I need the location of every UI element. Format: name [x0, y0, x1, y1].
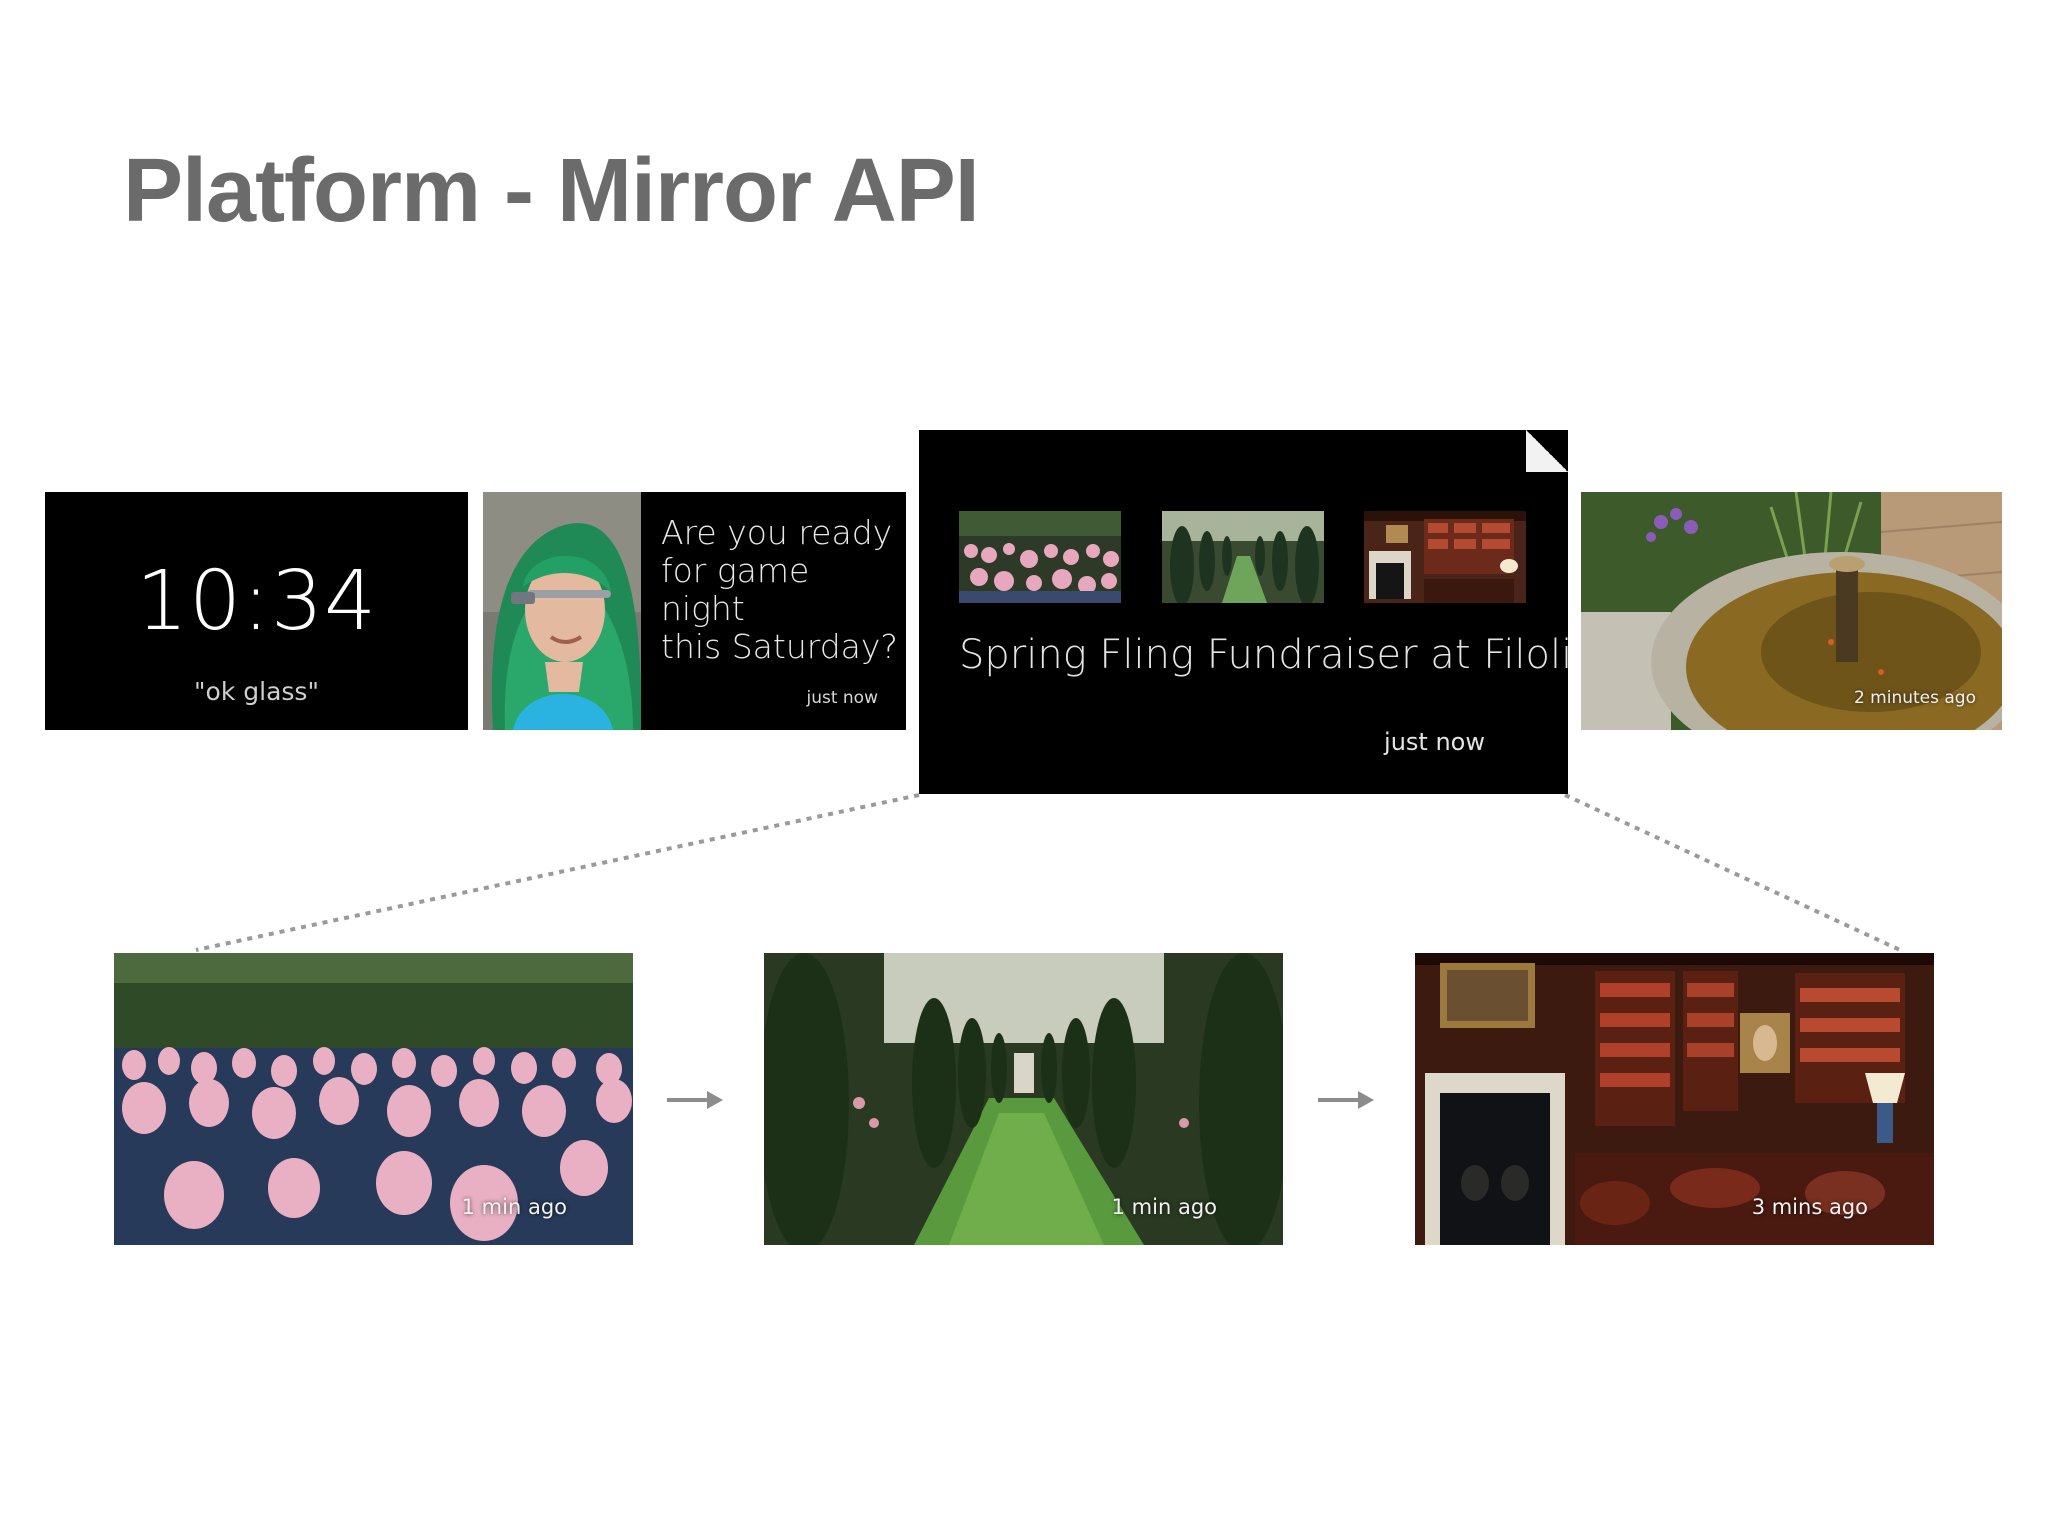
- photo-card[interactable]: 2 minutes ago: [1581, 492, 2002, 730]
- bundle-thumbnail-library[interactable]: [1364, 511, 1526, 603]
- message-line: Are you ready: [661, 513, 893, 552]
- bundle-thumbnail-garden[interactable]: [1162, 511, 1324, 603]
- clock-time: 10:34: [135, 554, 378, 649]
- message-text: Are you ready for game night this Saturd…: [661, 514, 901, 666]
- expanded-timestamp: 1 min ago: [1111, 1195, 1217, 1219]
- contact-avatar: [483, 492, 641, 730]
- bundle-title: Spring Fling Fundraiser at Filoli: [959, 632, 1568, 678]
- expanded-timestamp: 3 mins ago: [1751, 1195, 1868, 1219]
- voice-hint: "ok glass": [194, 677, 319, 706]
- slide: Platform - Mirror API 10:34 "ok glass" A…: [0, 0, 2048, 1536]
- bundle-thumbnail-tulips[interactable]: [959, 511, 1121, 603]
- expanded-card-garden[interactable]: 1 min ago: [764, 953, 1283, 1245]
- message-card[interactable]: Are you ready for game night this Saturd…: [483, 492, 906, 730]
- expanded-timestamp: 1 min ago: [461, 1195, 567, 1219]
- arrow-right-icon: [1318, 1091, 1374, 1109]
- expanded-card-library[interactable]: 3 mins ago: [1415, 953, 1934, 1245]
- bundle-card[interactable]: Spring Fling Fundraiser at Filoli just n…: [919, 430, 1568, 794]
- message-line: for game night: [661, 551, 810, 628]
- clock-card[interactable]: 10:34 "ok glass": [45, 492, 468, 730]
- message-line: this Saturday?: [661, 627, 898, 666]
- bundle-timestamp: just now: [1384, 728, 1485, 756]
- message-timestamp: just now: [806, 688, 878, 708]
- slide-title: Platform - Mirror API: [123, 141, 980, 241]
- bundle-corner-icon: [1526, 430, 1568, 472]
- photo-timestamp: 2 minutes ago: [1853, 688, 1976, 708]
- arrow-right-icon: [667, 1091, 723, 1109]
- expanded-card-tulips[interactable]: 1 min ago: [114, 953, 633, 1245]
